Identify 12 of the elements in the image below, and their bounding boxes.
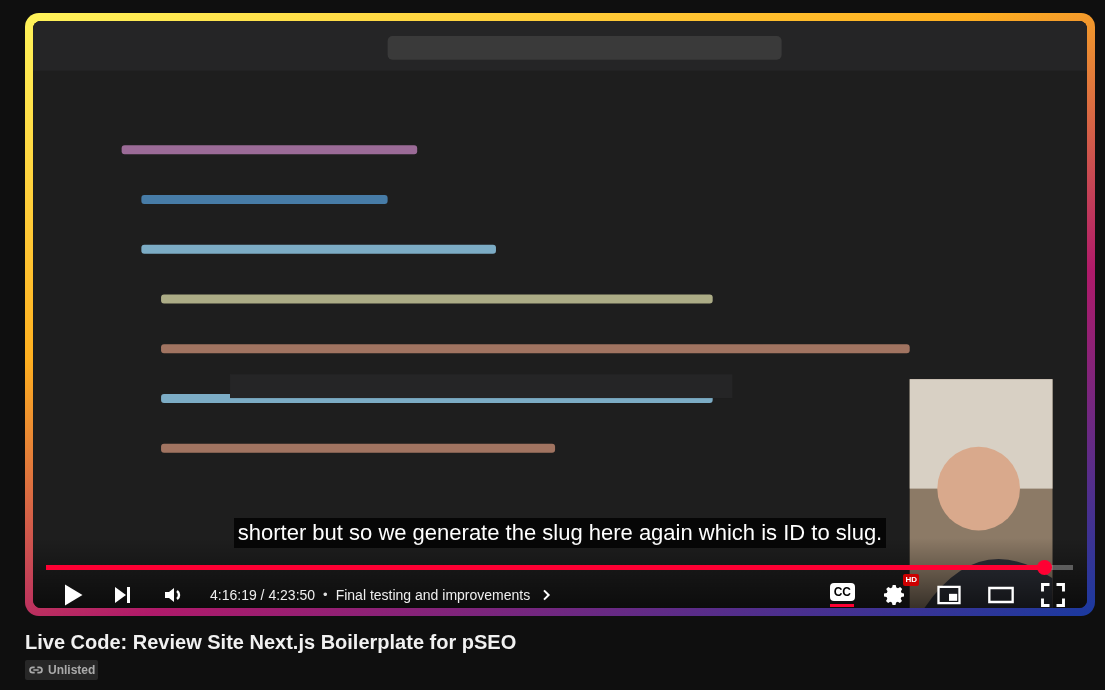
video-title: Live Code: Review Site Next.js Boilerplate for pSEO [25, 630, 518, 655]
chapter-link[interactable]: Final testing and improvements [335, 584, 555, 606]
visibility-badge: Unlisted [25, 660, 99, 680]
caption-text: shorter but so we generate the slug here again which is ID to slug. [233, 518, 887, 548]
settings-icon[interactable] [883, 583, 907, 607]
captions-on-indicator [830, 604, 855, 607]
fullscreen-icon[interactable] [1039, 581, 1067, 608]
time-display: 4:16:19 / 4:23:50 [210, 585, 316, 605]
bullet-separator: • [323, 586, 328, 605]
video-player[interactable]: shorter but so we generate the slug here again which is ID to slug. 4:16:19 / 4:23:50 • Final testing and improvements CC HD [33, 21, 1087, 608]
quality-badge: HD [903, 574, 919, 586]
captions-button[interactable]: CC [829, 583, 855, 601]
